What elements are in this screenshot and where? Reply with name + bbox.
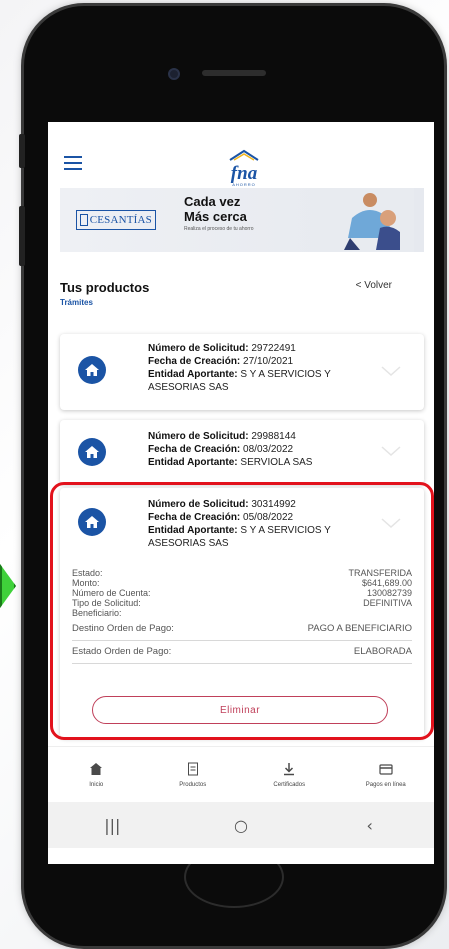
banner-title: Cada vez Más cerca xyxy=(184,194,247,224)
nav-item-productos[interactable]: Productos xyxy=(145,747,242,802)
chevron-down-icon[interactable] xyxy=(380,364,402,378)
document-icon xyxy=(187,762,198,775)
request-info: Número de Solicitud: 29988144 Fecha de C… xyxy=(148,430,348,469)
app-screen: fna AHORRO CESANTÍAS Cada vez Más cerca … xyxy=(48,122,434,864)
back-chevron-icon[interactable]: ‹ xyxy=(350,816,390,835)
banner-title-line2: Más cerca xyxy=(184,209,247,224)
nav-label: Inicio xyxy=(89,781,104,788)
recent-apps-icon[interactable]: ||| xyxy=(92,816,132,835)
logo-text: fna xyxy=(230,163,258,184)
page-title: Tus productos xyxy=(60,280,150,295)
request-card-1[interactable]: Número de Solicitud: 29722491 Fecha de C… xyxy=(60,334,424,410)
nav-label: Certificados xyxy=(273,781,306,788)
card-icon xyxy=(379,763,393,775)
nav-item-pagos[interactable]: Pagos en línea xyxy=(338,747,435,802)
page-subtitle: Trámites xyxy=(60,298,93,307)
fna-logo[interactable]: fna AHORRO xyxy=(224,148,264,187)
phone-top-bezel xyxy=(24,6,444,126)
entidad-value: SERVIOLA SAS xyxy=(240,457,313,468)
banner-title-line1: Cada vez xyxy=(184,194,241,209)
fecha-label: Fecha de Creación: xyxy=(148,444,241,455)
house-icon xyxy=(78,356,106,384)
entidad-label: Entidad Aportante: xyxy=(148,369,238,380)
house-icon xyxy=(78,438,106,466)
logo-subtext: AHORRO xyxy=(232,182,256,187)
highlight-box xyxy=(50,482,434,740)
hamburger-menu-icon[interactable] xyxy=(64,156,82,170)
app-header: fna AHORRO xyxy=(48,142,434,187)
speaker-grille xyxy=(202,70,266,76)
nav-item-certificados[interactable]: Certificados xyxy=(241,747,338,802)
piggy-box-icon xyxy=(80,214,88,226)
nav-label: Productos xyxy=(179,781,207,788)
fecha-value: 27/10/2021 xyxy=(243,356,294,367)
numero-value: 29988144 xyxy=(251,431,296,442)
download-icon xyxy=(284,762,295,775)
phone-volume-button xyxy=(19,206,25,266)
entidad-label: Entidad Aportante: xyxy=(148,457,238,468)
banner-subtitle: Realiza el proceso de tu ahorro xyxy=(184,226,254,232)
cesantias-logo: CESANTÍAS xyxy=(76,210,156,230)
bottom-navigation: Inicio Productos Certificados Pagos en l… xyxy=(48,746,434,802)
home-icon xyxy=(90,762,103,775)
back-button[interactable]: < Volver xyxy=(356,280,392,291)
system-navigation-bar: ||| ○ ‹ xyxy=(48,802,434,848)
logo-roof-icon xyxy=(229,149,259,161)
request-info: Número de Solicitud: 29722491 Fecha de C… xyxy=(148,342,348,394)
numero-label: Número de Solicitud: xyxy=(148,431,249,442)
cesantias-label: CESANTÍAS xyxy=(89,214,152,226)
camera-icon xyxy=(168,68,180,80)
pointer-arrow xyxy=(0,564,16,608)
nav-label: Pagos en línea xyxy=(365,781,406,788)
fecha-label: Fecha de Creación: xyxy=(148,356,241,367)
home-circle-icon[interactable]: ○ xyxy=(221,816,261,835)
numero-label: Número de Solicitud: xyxy=(148,343,249,354)
promo-banner[interactable]: CESANTÍAS Cada vez Más cerca Realiza el … xyxy=(60,188,424,252)
numero-value: 29722491 xyxy=(251,343,296,354)
request-card-2[interactable]: Número de Solicitud: 29988144 Fecha de C… xyxy=(60,420,424,484)
nav-item-inicio[interactable]: Inicio xyxy=(48,747,145,802)
family-photo xyxy=(330,188,414,252)
fecha-value: 08/03/2022 xyxy=(243,444,294,455)
chevron-down-icon[interactable] xyxy=(380,444,402,458)
phone-side-button xyxy=(19,134,25,168)
status-bar xyxy=(48,122,434,142)
